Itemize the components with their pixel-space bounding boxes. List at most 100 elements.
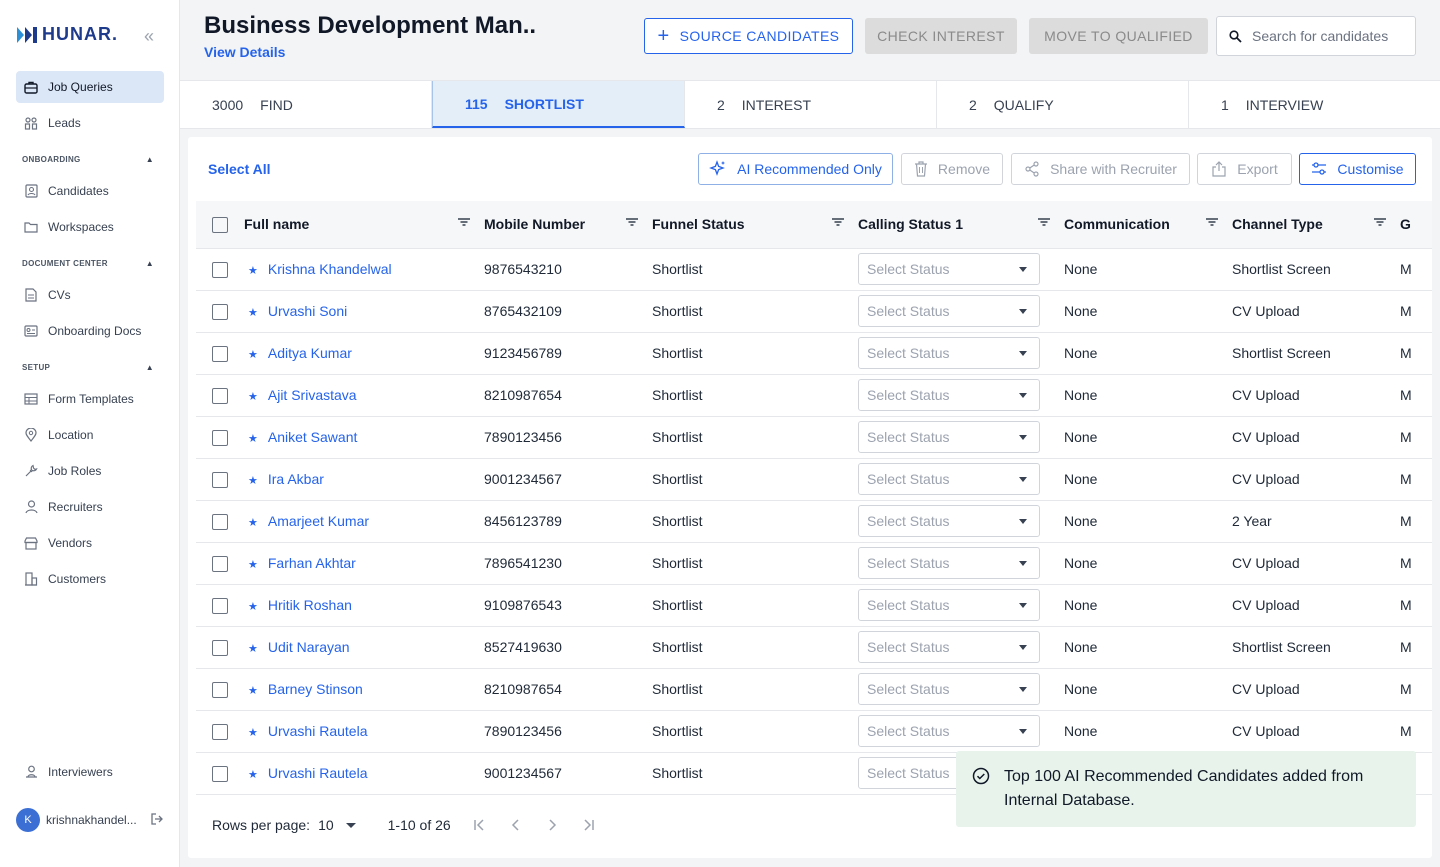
column-channel-type[interactable]: Channel Type (1232, 201, 1400, 249)
row-checkbox[interactable] (212, 765, 228, 782)
candidate-name-link[interactable]: Udit Narayan (268, 639, 350, 655)
candidate-name-link[interactable]: Barney Stinson (268, 681, 363, 697)
sidebar-item-leads[interactable]: Leads (16, 107, 164, 139)
row-checkbox[interactable] (212, 387, 228, 404)
row-checkbox[interactable] (212, 471, 228, 488)
table-row[interactable]: ★ Krishna Khandelwal 9876543210 Shortlist Se… (196, 248, 1432, 291)
calling-status-select[interactable]: Select Status (858, 673, 1040, 705)
candidate-name-link[interactable]: Urvashi Rautela (268, 765, 368, 781)
table-row[interactable]: ★ Udit Narayan 8527419630 Shortlist Select S… (196, 626, 1432, 669)
candidate-name-link[interactable]: Aniket Sawant (268, 429, 358, 445)
column-communication[interactable]: Communication (1064, 201, 1232, 249)
table-row[interactable]: ★ Urvashi Rautela 7890123456 Shortlist Selec… (196, 710, 1432, 753)
previous-page-icon[interactable] (509, 818, 523, 832)
search-box[interactable] (1216, 16, 1416, 56)
filter-icon[interactable] (626, 218, 638, 226)
next-page-icon[interactable] (545, 818, 559, 832)
section-setup[interactable]: SETUP ▲ (16, 351, 164, 383)
row-checkbox[interactable] (212, 681, 228, 698)
calling-status-select[interactable]: Select Status (858, 463, 1040, 495)
column-calling-status[interactable]: Calling Status 1 (858, 201, 1064, 249)
calling-status-select[interactable]: Select Status (858, 253, 1040, 285)
column-full-name[interactable]: Full name (244, 201, 484, 249)
filter-icon[interactable] (1206, 218, 1218, 226)
tab-shortlist[interactable]: 115 SHORTLIST (432, 81, 685, 128)
table-row[interactable]: ★ Farhan Akhtar 7896541230 Shortlist Select … (196, 542, 1432, 585)
candidate-name-link[interactable]: Ira Akbar (268, 471, 324, 487)
check-interest-button[interactable]: CHECK INTEREST (865, 18, 1017, 54)
row-checkbox[interactable] (212, 723, 228, 740)
candidate-name-link[interactable]: Farhan Akhtar (268, 555, 356, 571)
filter-icon[interactable] (458, 218, 470, 226)
filter-icon[interactable] (1374, 218, 1386, 226)
sidebar-item-interviewers[interactable]: Interviewers (16, 756, 164, 788)
candidate-name-link[interactable]: Urvashi Rautela (268, 723, 368, 739)
filter-icon[interactable] (832, 218, 844, 226)
table-row[interactable]: ★ Urvashi Soni 8765432109 Shortlist Select S… (196, 290, 1432, 333)
table-row[interactable]: ★ Aditya Kumar 9123456789 Shortlist Select S… (196, 332, 1432, 375)
move-to-qualified-button[interactable]: MOVE TO QUALIFIED (1029, 18, 1208, 54)
table-row[interactable]: ★ Aniket Sawant 7890123456 Shortlist Select … (196, 416, 1432, 459)
calling-status-select[interactable]: Select Status (858, 421, 1040, 453)
sidebar-item-vendors[interactable]: Vendors (16, 527, 164, 559)
candidate-name-link[interactable]: Amarjeet Kumar (268, 513, 369, 529)
export-button[interactable]: Export (1197, 153, 1292, 185)
filter-icon[interactable] (1038, 218, 1050, 226)
first-page-icon[interactable] (473, 818, 487, 832)
user-profile[interactable]: K krishnakhandel... (16, 808, 164, 832)
row-checkbox[interactable] (212, 639, 228, 656)
tab-qualify[interactable]: 2 QUALIFY (937, 81, 1189, 128)
table-row[interactable]: ★ Amarjeet Kumar 8456123789 Shortlist Select… (196, 500, 1432, 543)
ai-recommended-button[interactable]: AI Recommended Only (698, 153, 893, 185)
row-checkbox[interactable] (212, 555, 228, 572)
customise-button[interactable]: Customise (1299, 153, 1416, 185)
sidebar-item-onboarding-docs[interactable]: Onboarding Docs (16, 315, 164, 347)
tab-find[interactable]: 3000 FIND (180, 81, 432, 128)
calling-status-select[interactable]: Select Status (858, 631, 1040, 663)
sidebar-item-recruiters[interactable]: Recruiters (16, 491, 164, 523)
row-checkbox[interactable] (212, 345, 228, 362)
share-with-recruiter-button[interactable]: Share with Recruiter (1011, 153, 1190, 185)
column-mobile-number[interactable]: Mobile Number (484, 201, 652, 249)
section-onboarding[interactable]: ONBOARDING ▲ (16, 143, 164, 175)
row-checkbox[interactable] (212, 261, 228, 278)
sidebar-item-candidates[interactable]: Candidates (16, 175, 164, 207)
select-all-checkbox[interactable] (212, 216, 228, 233)
calling-status-select[interactable]: Select Status (858, 337, 1040, 369)
sidebar-item-cvs[interactable]: CVs (16, 279, 164, 311)
row-checkbox[interactable] (212, 429, 228, 446)
calling-status-select[interactable]: Select Status (858, 505, 1040, 537)
sidebar-item-location[interactable]: Location (16, 419, 164, 451)
sidebar-item-customers[interactable]: Customers (16, 563, 164, 595)
collapse-section-icon[interactable]: ▲ (146, 259, 154, 268)
column-truncated[interactable]: G (1400, 201, 1432, 249)
table-row[interactable]: ★ Hritik Roshan 9109876543 Shortlist Select … (196, 584, 1432, 627)
rows-per-page-select[interactable]: 10 (318, 817, 356, 833)
calling-status-select[interactable]: Select Status (858, 547, 1040, 579)
collapse-section-icon[interactable]: ▲ (146, 363, 154, 372)
logout-icon[interactable] (150, 812, 164, 829)
tab-interest[interactable]: 2 INTEREST (685, 81, 937, 128)
search-input[interactable] (1252, 28, 1402, 44)
view-details-link[interactable]: View Details (204, 44, 285, 60)
row-checkbox[interactable] (212, 513, 228, 530)
sidebar-item-job-queries[interactable]: Job Queries (16, 71, 164, 103)
table-row[interactable]: ★ Barney Stinson 8210987654 Shortlist Select… (196, 668, 1432, 711)
calling-status-select[interactable]: Select Status (858, 715, 1040, 747)
candidate-name-link[interactable]: Krishna Khandelwal (268, 261, 392, 277)
candidate-name-link[interactable]: Urvashi Soni (268, 303, 347, 319)
sidebar-item-workspaces[interactable]: Workspaces (16, 211, 164, 243)
candidate-name-link[interactable]: Ajit Srivastava (268, 387, 357, 403)
table-row[interactable]: ★ Ira Akbar 9001234567 Shortlist Select Stat… (196, 458, 1432, 501)
sidebar-item-form-templates[interactable]: Form Templates (16, 383, 164, 415)
last-page-icon[interactable] (581, 818, 595, 832)
sidebar-item-job-roles[interactable]: Job Roles (16, 455, 164, 487)
collapse-sidebar-icon[interactable]: « (144, 26, 154, 47)
row-checkbox[interactable] (212, 597, 228, 614)
candidate-name-link[interactable]: Aditya Kumar (268, 345, 352, 361)
column-funnel-status[interactable]: Funnel Status (652, 201, 858, 249)
candidate-name-link[interactable]: Hritik Roshan (268, 597, 352, 613)
source-candidates-button[interactable]: + SOURCE CANDIDATES (644, 18, 853, 54)
table-row[interactable]: ★ Ajit Srivastava 8210987654 Shortlist Selec… (196, 374, 1432, 417)
section-document-center[interactable]: DOCUMENT CENTER ▲ (16, 247, 164, 279)
